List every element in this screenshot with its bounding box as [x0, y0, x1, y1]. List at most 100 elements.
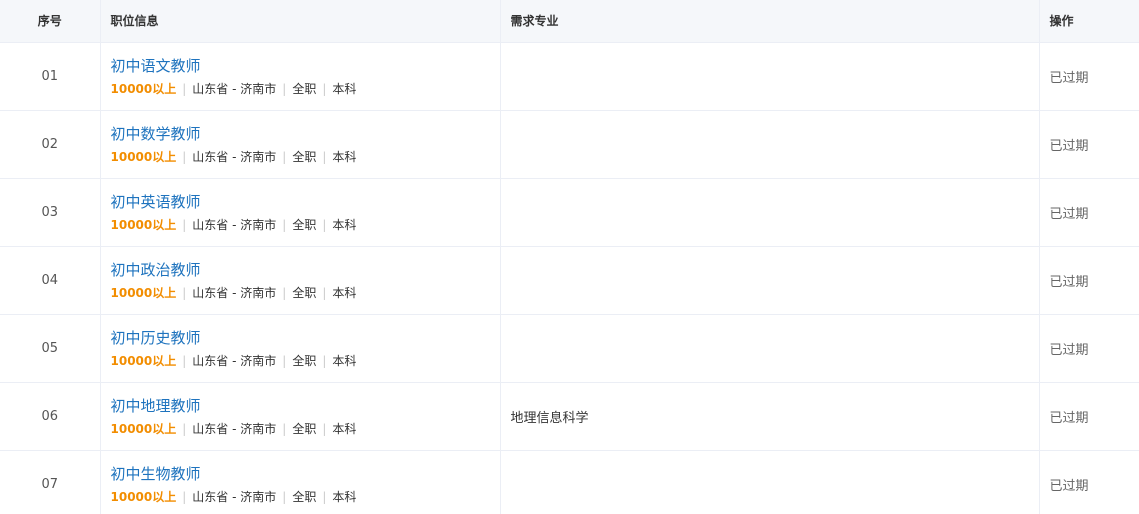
job-type: 全职 [292, 489, 317, 504]
action-cell: 已过期 [1039, 42, 1139, 111]
separator: | [322, 421, 327, 436]
action-cell: 已过期 [1039, 450, 1139, 514]
separator: | [182, 217, 187, 232]
major-cell [500, 178, 1040, 247]
salary: 10000以上 [110, 81, 177, 96]
expired-status: 已过期 [1049, 70, 1089, 86]
job-info-cell: 初中英语教师 10000以上 | 山东省 - 济南市 | 全职 | 本科 [100, 178, 501, 247]
salary: 10000以上 [110, 285, 177, 300]
job-type: 全职 [292, 421, 317, 436]
education: 本科 [332, 81, 357, 96]
major-cell [500, 246, 1040, 315]
job-meta: 10000以上 | 山东省 - 济南市 | 全职 | 本科 [111, 353, 490, 369]
education: 本科 [332, 421, 357, 436]
job-title-link[interactable]: 初中生物教师 [111, 464, 490, 484]
salary: 10000以上 [110, 421, 177, 436]
expired-status: 已过期 [1049, 478, 1089, 494]
action-cell: 已过期 [1039, 314, 1139, 383]
salary: 10000以上 [110, 353, 177, 368]
job-meta: 10000以上 | 山东省 - 济南市 | 全职 | 本科 [111, 489, 490, 505]
table-row: 03 初中英语教师 10000以上 | 山东省 - 济南市 | 全职 | 本科 … [0, 178, 1139, 247]
table-row: 01 初中语文教师 10000以上 | 山东省 - 济南市 | 全职 | 本科 … [0, 42, 1139, 111]
education: 本科 [332, 149, 357, 164]
separator: | [322, 285, 327, 300]
separator: | [282, 81, 287, 96]
job-type: 全职 [292, 285, 317, 300]
job-meta: 10000以上 | 山东省 - 济南市 | 全职 | 本科 [111, 421, 490, 437]
major-cell [500, 314, 1040, 383]
separator: | [282, 285, 287, 300]
job-table: 序号 职位信息 需求专业 操作 01 初中语文教师 10000以上 | 山东省 … [0, 0, 1139, 514]
location: 山东省 - 济南市 [192, 353, 277, 368]
header-action: 操作 [1039, 0, 1139, 43]
job-meta: 10000以上 | 山东省 - 济南市 | 全职 | 本科 [111, 149, 490, 165]
job-info-cell: 初中地理教师 10000以上 | 山东省 - 济南市 | 全职 | 本科 [100, 382, 501, 451]
row-index: 04 [0, 246, 101, 315]
job-title-link[interactable]: 初中语文教师 [111, 56, 490, 76]
header-row: 序号 职位信息 需求专业 操作 [0, 0, 1139, 43]
separator: | [282, 353, 287, 368]
job-title-link[interactable]: 初中数学教师 [111, 124, 490, 144]
education: 本科 [332, 489, 357, 504]
location: 山东省 - 济南市 [192, 217, 277, 232]
table-row: 06 初中地理教师 10000以上 | 山东省 - 济南市 | 全职 | 本科 … [0, 382, 1139, 451]
expired-status: 已过期 [1049, 274, 1089, 290]
action-cell: 已过期 [1039, 178, 1139, 247]
header-major: 需求专业 [500, 0, 1040, 43]
salary: 10000以上 [110, 149, 177, 164]
expired-status: 已过期 [1049, 410, 1089, 426]
separator: | [182, 489, 187, 504]
job-title-link[interactable]: 初中历史教师 [111, 328, 490, 348]
table-row: 05 初中历史教师 10000以上 | 山东省 - 济南市 | 全职 | 本科 … [0, 314, 1139, 383]
row-index: 03 [0, 178, 101, 247]
separator: | [182, 149, 187, 164]
row-index: 05 [0, 314, 101, 383]
expired-status: 已过期 [1049, 138, 1089, 154]
row-index: 07 [0, 450, 101, 514]
action-cell: 已过期 [1039, 246, 1139, 315]
job-info-cell: 初中数学教师 10000以上 | 山东省 - 济南市 | 全职 | 本科 [100, 110, 501, 179]
separator: | [322, 353, 327, 368]
job-info-cell: 初中生物教师 10000以上 | 山东省 - 济南市 | 全职 | 本科 [100, 450, 501, 514]
job-title-link[interactable]: 初中政治教师 [111, 260, 490, 280]
salary: 10000以上 [110, 217, 177, 232]
major-cell: 地理信息科学 [500, 382, 1040, 451]
separator: | [282, 217, 287, 232]
job-info-cell: 初中政治教师 10000以上 | 山东省 - 济南市 | 全职 | 本科 [100, 246, 501, 315]
header-index: 序号 [0, 0, 101, 43]
separator: | [282, 489, 287, 504]
major-cell [500, 110, 1040, 179]
header-info: 职位信息 [100, 0, 501, 43]
location: 山东省 - 济南市 [192, 285, 277, 300]
separator: | [182, 421, 187, 436]
education: 本科 [332, 285, 357, 300]
job-type: 全职 [292, 353, 317, 368]
job-title-link[interactable]: 初中英语教师 [111, 192, 490, 212]
table-row: 02 初中数学教师 10000以上 | 山东省 - 济南市 | 全职 | 本科 … [0, 110, 1139, 179]
action-cell: 已过期 [1039, 110, 1139, 179]
location: 山东省 - 济南市 [192, 149, 277, 164]
major-text: 地理信息科学 [510, 410, 589, 426]
row-index: 06 [0, 382, 101, 451]
row-index: 01 [0, 42, 101, 111]
education: 本科 [332, 353, 357, 368]
job-type: 全职 [292, 81, 317, 96]
job-info-cell: 初中历史教师 10000以上 | 山东省 - 济南市 | 全职 | 本科 [100, 314, 501, 383]
separator: | [182, 81, 187, 96]
job-type: 全职 [292, 217, 317, 232]
separator: | [322, 217, 327, 232]
table-row: 04 初中政治教师 10000以上 | 山东省 - 济南市 | 全职 | 本科 … [0, 246, 1139, 315]
separator: | [322, 489, 327, 504]
table-body: 01 初中语文教师 10000以上 | 山东省 - 济南市 | 全职 | 本科 … [0, 42, 1139, 514]
action-cell: 已过期 [1039, 382, 1139, 451]
separator: | [322, 81, 327, 96]
separator: | [282, 149, 287, 164]
separator: | [182, 285, 187, 300]
job-meta: 10000以上 | 山东省 - 济南市 | 全职 | 本科 [111, 81, 490, 97]
row-index: 02 [0, 110, 101, 179]
location: 山东省 - 济南市 [192, 489, 277, 504]
job-title-link[interactable]: 初中地理教师 [111, 396, 490, 416]
separator: | [182, 353, 187, 368]
job-type: 全职 [292, 149, 317, 164]
location: 山东省 - 济南市 [192, 81, 277, 96]
